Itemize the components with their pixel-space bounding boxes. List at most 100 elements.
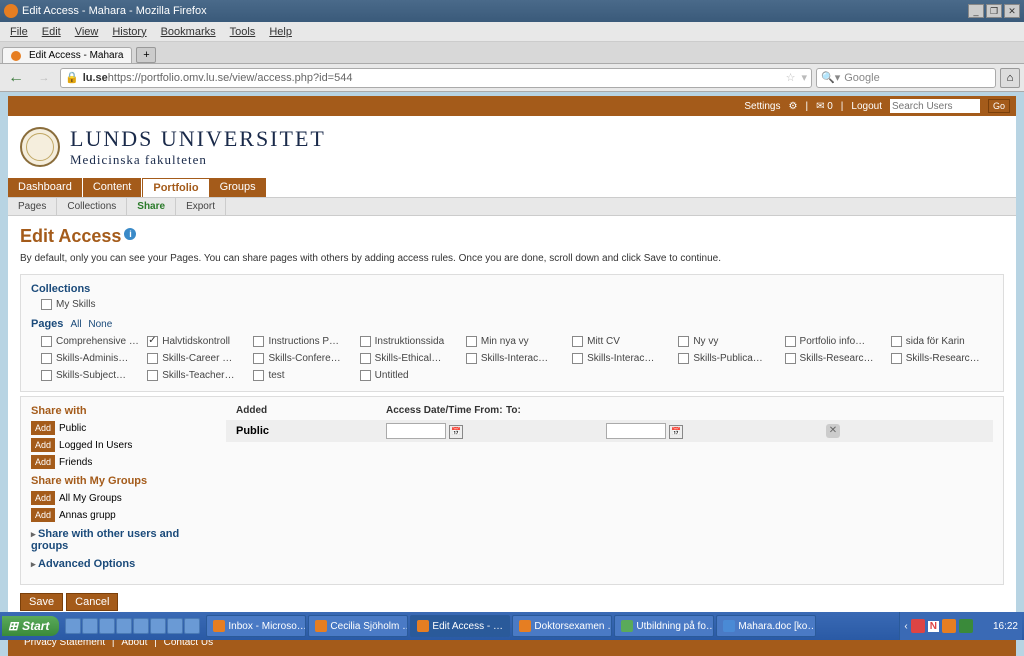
ql-icon[interactable] — [116, 618, 132, 634]
page-item[interactable]: Instructions P… — [253, 336, 355, 347]
page-checkbox[interactable] — [253, 370, 264, 381]
add-button[interactable]: Add — [31, 421, 55, 435]
delete-rule-button[interactable]: ✕ — [826, 424, 840, 438]
tray-expand-icon[interactable]: ‹ — [904, 621, 907, 632]
page-item[interactable]: Untitled — [360, 370, 462, 381]
save-button[interactable]: Save — [20, 593, 63, 611]
menu-edit[interactable]: Edit — [36, 24, 67, 40]
page-checkbox[interactable] — [466, 353, 477, 364]
page-item[interactable]: Skills-Career … — [147, 353, 249, 364]
home-button[interactable]: ⌂ — [1000, 68, 1020, 88]
add-button[interactable]: Add — [31, 491, 55, 505]
advanced-options-toggle[interactable]: Advanced Options — [31, 558, 186, 570]
nav-dashboard[interactable]: Dashboard — [8, 178, 83, 197]
add-button[interactable]: Add — [31, 438, 55, 452]
logout-link[interactable]: Logout — [851, 101, 882, 112]
page-item[interactable]: Skills-Researc… — [891, 353, 993, 364]
new-tab-button[interactable]: + — [136, 47, 156, 63]
cancel-button[interactable]: Cancel — [66, 593, 118, 611]
page-checkbox[interactable] — [253, 336, 264, 347]
nav-groups[interactable]: Groups — [210, 178, 267, 197]
page-checkbox[interactable] — [41, 353, 52, 364]
browser-search-box[interactable]: 🔍▾ Google — [816, 68, 996, 88]
close-button[interactable]: ✕ — [1004, 4, 1020, 18]
ql-icon[interactable] — [167, 618, 183, 634]
page-item[interactable]: test — [253, 370, 355, 381]
taskbar-task[interactable]: Utbildning på fo… — [614, 615, 714, 637]
page-item[interactable]: Comprehensive … — [41, 336, 143, 347]
minimize-button[interactable]: _ — [968, 4, 984, 18]
menu-file[interactable]: File — [4, 24, 34, 40]
search-go-button[interactable]: Go — [988, 99, 1010, 113]
browser-tab[interactable]: Edit Access - Mahara — [2, 47, 132, 63]
tray-icon[interactable] — [942, 619, 956, 633]
page-item[interactable]: Skills-Publica… — [678, 353, 780, 364]
page-checkbox[interactable] — [785, 353, 796, 364]
page-checkbox[interactable] — [147, 370, 158, 381]
taskbar-clock[interactable]: 16:22 — [993, 621, 1018, 632]
page-checkbox[interactable] — [678, 353, 689, 364]
page-item[interactable]: Instruktionssida — [360, 336, 462, 347]
to-date-input[interactable] — [606, 423, 666, 439]
ql-icon[interactable] — [184, 618, 200, 634]
page-item[interactable]: sida för Karin — [891, 336, 993, 347]
select-none-link[interactable]: None — [88, 319, 112, 330]
page-checkbox[interactable] — [147, 336, 158, 347]
add-button[interactable]: Add — [31, 455, 55, 469]
page-checkbox[interactable] — [785, 336, 796, 347]
settings-link[interactable]: Settings — [744, 101, 780, 112]
page-item[interactable]: Skills-Subject… — [41, 370, 143, 381]
page-item[interactable]: Skills-Confere… — [253, 353, 355, 364]
page-item[interactable]: Skills-Interac… — [572, 353, 674, 364]
page-checkbox[interactable] — [572, 336, 583, 347]
nav-portfolio[interactable]: Portfolio — [142, 178, 209, 197]
ql-icon[interactable] — [133, 618, 149, 634]
subnav-collections[interactable]: Collections — [57, 198, 127, 215]
search-users-input[interactable] — [890, 99, 980, 113]
page-checkbox[interactable] — [891, 336, 902, 347]
subnav-pages[interactable]: Pages — [8, 198, 57, 215]
taskbar-task[interactable]: Mahara.doc [ko… — [716, 615, 816, 637]
menu-history[interactable]: History — [106, 24, 152, 40]
subnav-share[interactable]: Share — [127, 198, 176, 215]
maximize-button[interactable]: ❐ — [986, 4, 1002, 18]
page-checkbox[interactable] — [678, 336, 689, 347]
page-checkbox[interactable] — [253, 353, 264, 364]
menu-tools[interactable]: Tools — [224, 24, 262, 40]
page-item[interactable]: Ny vy — [678, 336, 780, 347]
subnav-export[interactable]: Export — [176, 198, 226, 215]
tray-icon[interactable] — [976, 619, 990, 633]
page-checkbox[interactable] — [41, 336, 52, 347]
page-checkbox[interactable] — [572, 353, 583, 364]
from-date-input[interactable] — [386, 423, 446, 439]
page-item[interactable]: Portfolio info… — [785, 336, 887, 347]
nav-content[interactable]: Content — [83, 178, 143, 197]
to-calendar-icon[interactable]: 📅 — [669, 425, 683, 439]
page-item[interactable]: Skills-Interac… — [466, 353, 568, 364]
taskbar-task[interactable]: Inbox - Microso… — [206, 615, 306, 637]
page-item[interactable]: Skills-Teacher… — [147, 370, 249, 381]
menu-view[interactable]: View — [69, 24, 105, 40]
page-item[interactable]: Mitt CV — [572, 336, 674, 347]
page-checkbox[interactable] — [360, 370, 371, 381]
tray-icon[interactable] — [959, 619, 973, 633]
page-checkbox[interactable] — [147, 353, 158, 364]
url-bar[interactable]: 🔒 lu.se https://portfolio.omv.lu.se/view… — [60, 68, 812, 88]
add-button[interactable]: Add — [31, 508, 55, 522]
page-item[interactable]: Skills-Researc… — [785, 353, 887, 364]
start-button[interactable]: ⊞ Start — [2, 616, 59, 636]
ql-icon[interactable] — [150, 618, 166, 634]
collection-checkbox[interactable] — [41, 299, 52, 310]
page-checkbox[interactable] — [360, 336, 371, 347]
url-dropdown-icon[interactable]: ▾ — [801, 71, 807, 84]
forward-button[interactable]: → — [32, 68, 56, 88]
ql-icon[interactable] — [65, 618, 81, 634]
info-icon[interactable]: i — [124, 228, 136, 240]
taskbar-task[interactable]: Edit Access - … — [410, 615, 510, 637]
settings-gear-icon[interactable]: ⚙ — [788, 101, 797, 112]
tray-icon[interactable] — [911, 619, 925, 633]
page-checkbox[interactable] — [466, 336, 477, 347]
collection-item[interactable]: My Skills — [41, 299, 993, 310]
ql-icon[interactable] — [99, 618, 115, 634]
bookmark-star-icon[interactable]: ☆ — [786, 71, 796, 84]
